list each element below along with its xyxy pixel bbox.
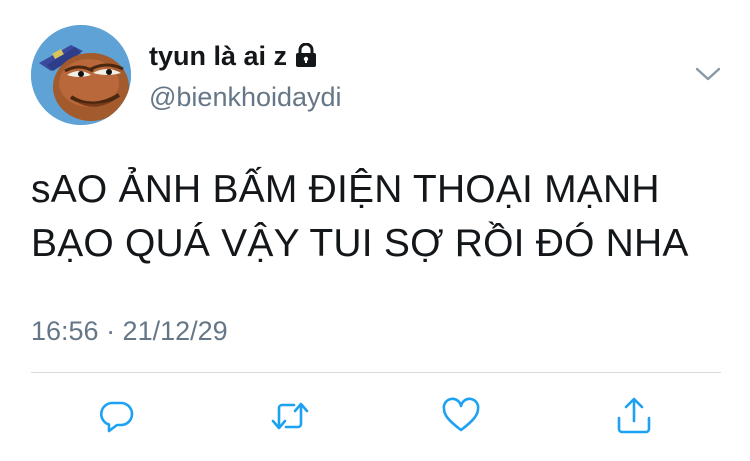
- user-handle[interactable]: @bienkhoidaydi: [149, 80, 342, 114]
- reply-icon: [100, 401, 134, 433]
- display-name[interactable]: tyun là ai z: [149, 39, 317, 75]
- display-name-text: tyun là ai z: [149, 41, 288, 71]
- chevron-down-icon[interactable]: [694, 62, 722, 86]
- reply-button[interactable]: [97, 396, 137, 436]
- share-icon: [617, 397, 651, 434]
- retweet-icon: [271, 402, 309, 430]
- tweet-text-line: BẠO QUÁ VẬY TUI SỢ RỒI ĐÓ NHA: [31, 222, 689, 265]
- divider: [31, 372, 721, 373]
- like-button[interactable]: [441, 396, 481, 436]
- tweet-timestamp[interactable]: 16:56 · 21/12/29: [31, 311, 228, 351]
- tweet-text-line: sAO ẢNH BẤM ĐIỆN THOẠI MẠNH: [31, 168, 660, 211]
- avatar[interactable]: [31, 25, 131, 125]
- lock-icon: [295, 41, 317, 75]
- retweet-button[interactable]: [270, 396, 310, 436]
- tweet-card: tyun là ai z @bienkhoidaydi sAO ẢNH BẤM …: [0, 0, 750, 461]
- tweet-text: sAO ẢNH BẤM ĐIỆN THOẠI MẠNH BẠO QUÁ VẬY …: [31, 163, 721, 271]
- like-icon: [442, 397, 480, 432]
- share-button[interactable]: [614, 396, 654, 436]
- cartoon-fish-avatar-icon: [31, 25, 131, 125]
